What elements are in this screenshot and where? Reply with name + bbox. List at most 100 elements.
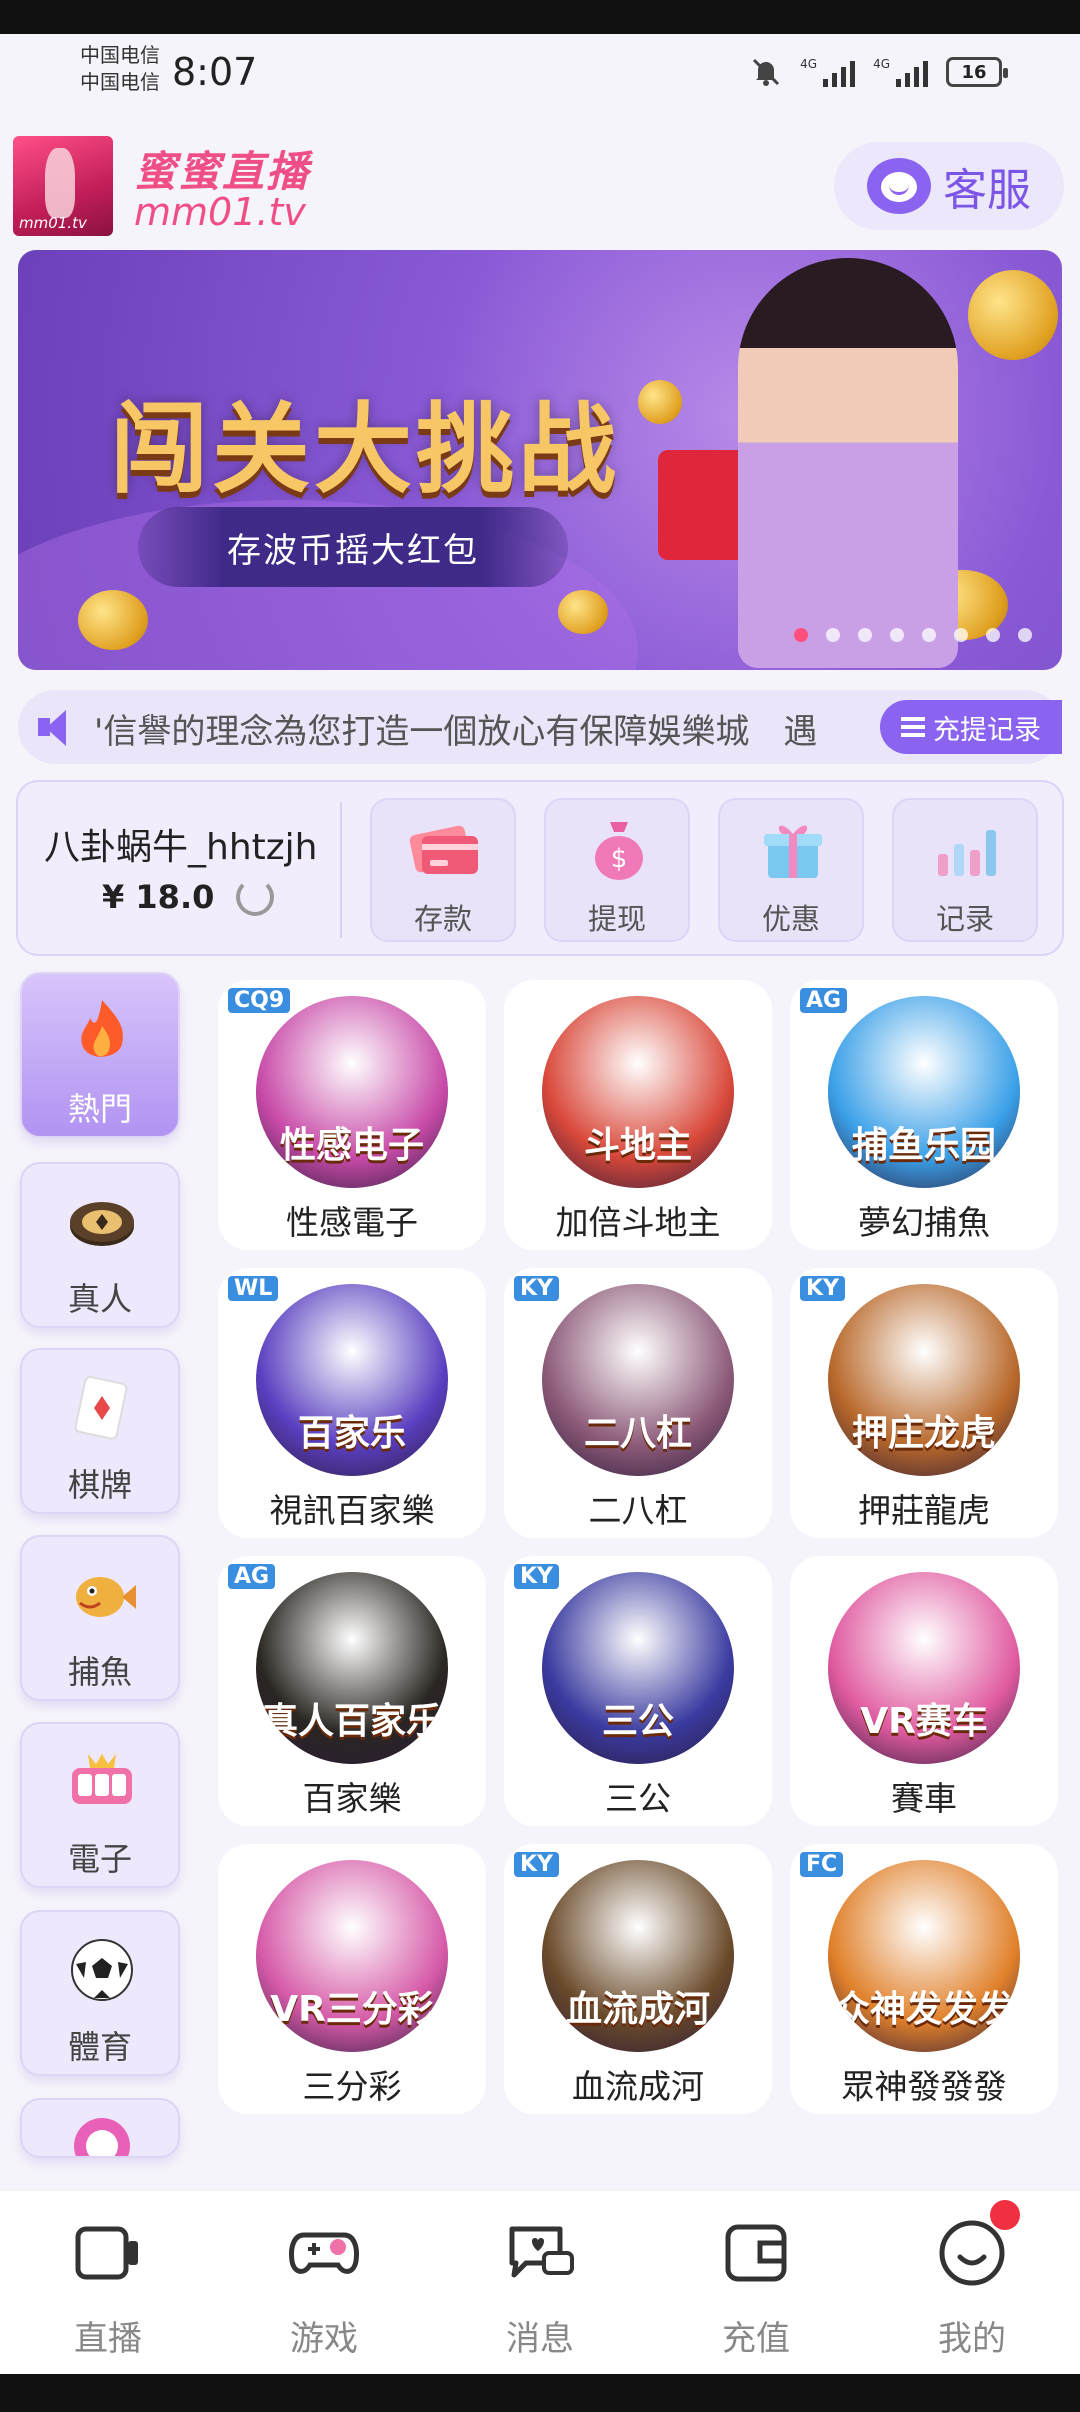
- deposit-button[interactable]: 存款: [370, 798, 516, 942]
- game-card[interactable]: VR三分彩 三分彩: [218, 1844, 486, 2114]
- category-cards[interactable]: 棋牌: [20, 1348, 180, 1514]
- fire-icon: [81, 1000, 123, 1057]
- message-icon: [509, 2226, 574, 2278]
- carousel-dot[interactable]: [986, 628, 1000, 642]
- records-button[interactable]: 记录: [892, 798, 1038, 942]
- customer-service-button[interactable]: 客服: [834, 142, 1064, 230]
- nav-recharge[interactable]: 充值: [648, 2217, 864, 2359]
- svg-text:$: $: [611, 844, 628, 874]
- speaker-icon: [38, 708, 78, 748]
- category-sports[interactable]: 體育: [20, 1910, 180, 2076]
- category-label: 體育: [67, 2028, 132, 2066]
- recharge-record-button[interactable]: 充提记录: [880, 700, 1062, 754]
- signal-icon-2: 4G: [873, 57, 928, 87]
- wallet-icon: [725, 2224, 787, 2282]
- game-thumbnail: 斗地主: [542, 996, 734, 1188]
- recharge-record-label: 充提记录: [933, 714, 1041, 746]
- list-icon: [901, 717, 925, 737]
- game-card[interactable]: 捕鱼乐园 AG 夢幻捕魚: [790, 980, 1058, 1250]
- nav-profile[interactable]: 我的: [864, 2217, 1080, 2359]
- category-label: 熱門: [67, 1090, 132, 1128]
- game-thumbnail: VR赛车: [828, 1572, 1020, 1764]
- game-card[interactable]: 押庄龙虎 KY 押莊龍虎: [790, 1268, 1058, 1538]
- game-card[interactable]: 众神发发发 FC 眾神發發發: [790, 1844, 1058, 2114]
- game-label: 血流成河: [572, 2067, 704, 2106]
- refresh-icon[interactable]: [236, 878, 274, 916]
- category-label: 電子: [67, 1840, 132, 1878]
- game-card[interactable]: 斗地主 加倍斗地主: [504, 980, 772, 1250]
- game-logo-text: 百家乐: [297, 1413, 406, 1454]
- game-thumbnail: 众神发发发: [828, 1860, 1020, 2052]
- game-card[interactable]: 真人百家乐 AG 百家樂: [218, 1556, 486, 1826]
- carousel-dot[interactable]: [858, 628, 872, 642]
- customer-service-label: 客服: [943, 165, 1031, 216]
- card-icon: [74, 1375, 128, 1440]
- app-header: mm01.tv 蜜蜜直播 mm01.tv 客服: [0, 120, 1080, 245]
- game-logo-text: 斗地主: [583, 1125, 692, 1166]
- nav-messages[interactable]: 消息: [432, 2217, 648, 2359]
- carousel-dot[interactable]: [922, 628, 936, 642]
- game-card[interactable]: 百家乐 WL 視訊百家樂: [218, 1268, 486, 1538]
- provider-tag: AG: [228, 1564, 276, 1589]
- carousel-dot[interactable]: [826, 628, 840, 642]
- game-card[interactable]: 三公 KY 三公: [504, 1556, 772, 1826]
- game-card[interactable]: 性感电子 CQ9 性感電子: [218, 980, 486, 1250]
- game-thumbnail: 血流成河: [542, 1860, 734, 2052]
- game-card[interactable]: 二八杠 KY 二八杠: [504, 1268, 772, 1538]
- game-thumbnail: 百家乐: [256, 1284, 448, 1476]
- carousel-dot[interactable]: [954, 628, 968, 642]
- battery-icon: 16: [946, 57, 1008, 87]
- carousel-indicator[interactable]: [794, 628, 1032, 642]
- game-label: 三分彩: [302, 2067, 402, 2106]
- game-logo-text: 性感电子: [279, 1125, 424, 1166]
- game-label: 押莊龍虎: [858, 1491, 990, 1530]
- provider-tag: CQ9: [228, 988, 291, 1013]
- battery-level: 16: [961, 61, 987, 83]
- category-hot[interactable]: 熱門: [20, 972, 180, 1138]
- banner-model-image: [738, 258, 958, 668]
- provider-tag: KY: [800, 1276, 845, 1301]
- withdraw-label: 提现: [587, 902, 646, 936]
- promotion-button[interactable]: 优惠: [718, 798, 864, 942]
- category-live[interactable]: 真人: [20, 1162, 180, 1328]
- category-fishing[interactable]: 捕魚: [20, 1535, 180, 1701]
- game-logo-text: VR赛车: [860, 1701, 988, 1742]
- carrier-1: 中国电信: [80, 43, 160, 67]
- top-edge: [0, 0, 1080, 34]
- username: 八卦蜗牛_hhtzjh: [44, 827, 318, 868]
- carrier-2: 中国电信: [80, 70, 160, 94]
- nav-games[interactable]: 游戏: [216, 2217, 432, 2359]
- divider: [340, 802, 342, 938]
- game-card[interactable]: VR赛车賽車: [790, 1556, 1058, 1826]
- carousel-dot[interactable]: [1018, 628, 1032, 642]
- game-thumbnail: 押庄龙虎: [828, 1284, 1020, 1476]
- bottom-nav: 直播 游戏 消息 充值 我的: [0, 2190, 1080, 2374]
- nav-label: 消息: [506, 2319, 574, 2359]
- game-card[interactable]: 血流成河 KY 血流成河: [504, 1844, 772, 2114]
- provider-tag: KY: [514, 1852, 559, 1877]
- logo-caption: mm01.tv: [19, 214, 87, 232]
- clock: 8:07: [172, 50, 258, 94]
- carousel-dot[interactable]: [890, 628, 904, 642]
- game-logo-text: 捕鱼乐园: [851, 1125, 996, 1166]
- category-slots[interactable]: 電子: [20, 1722, 180, 1888]
- bottom-edge: [0, 2374, 1080, 2412]
- nav-live[interactable]: 直播: [0, 2217, 216, 2359]
- category-label: 真人: [67, 1280, 132, 1318]
- carousel-dot[interactable]: [794, 628, 808, 642]
- game-label: 眾神發發發: [841, 2067, 1007, 2106]
- category-lottery[interactable]: [20, 2098, 180, 2158]
- provider-tag: KY: [514, 1276, 559, 1301]
- provider-tag: FC: [800, 1852, 844, 1877]
- banner-subtitle: 存波币摇大红包: [138, 507, 568, 587]
- game-thumbnail: 真人百家乐: [256, 1572, 448, 1764]
- game-label: 賽車: [891, 1779, 957, 1818]
- headset-icon: [867, 158, 931, 214]
- game-logo-text: 真人百家乐: [261, 1701, 442, 1742]
- provider-tag: AG: [800, 988, 848, 1013]
- withdraw-button[interactable]: $ 提现: [544, 798, 690, 942]
- live-camera-icon: [75, 2226, 138, 2280]
- status-bar: 中国电信 中国电信 8:07 4G 4G 16: [0, 34, 1080, 120]
- promo-banner[interactable]: 闯关大挑战 存波币摇大红包: [18, 250, 1062, 670]
- game-label: 三公: [605, 1779, 671, 1818]
